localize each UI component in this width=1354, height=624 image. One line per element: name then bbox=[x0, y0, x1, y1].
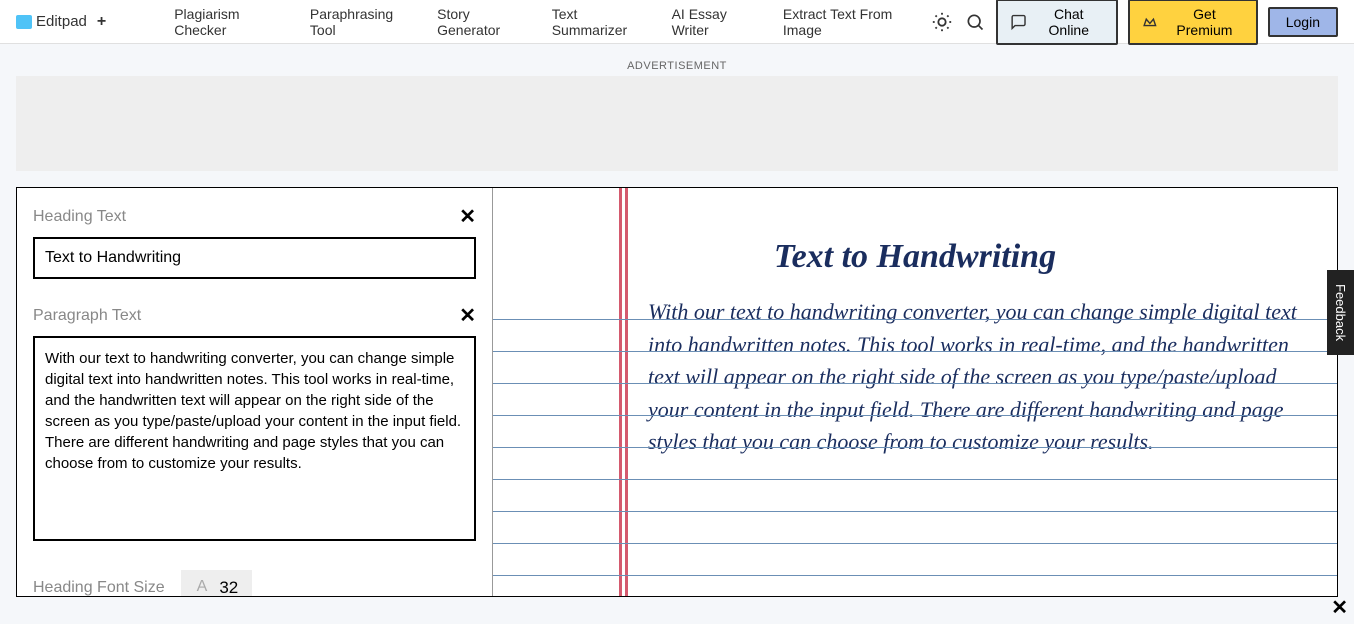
nav-paraphrasing[interactable]: Paraphrasing Tool bbox=[310, 6, 419, 38]
nav-summarizer[interactable]: Text Summarizer bbox=[552, 6, 654, 38]
output-panel: Text to Handwriting With our text to han… bbox=[493, 188, 1337, 596]
main-container: Heading Text ✕ Paragraph Text ✕ Heading … bbox=[16, 187, 1338, 597]
ad-label: ADVERTISEMENT bbox=[0, 60, 1354, 72]
nav-plagiarism[interactable]: Plagiarism Checker bbox=[174, 6, 292, 38]
heading-field-row: Heading Text ✕ bbox=[33, 204, 476, 229]
premium-label: Get Premium bbox=[1165, 6, 1244, 38]
paragraph-field-row: Paragraph Text ✕ bbox=[33, 303, 476, 328]
nav-extract[interactable]: Extract Text From Image bbox=[783, 6, 931, 38]
ad-placeholder bbox=[16, 76, 1338, 171]
editor-panel: Heading Text ✕ Paragraph Text ✕ Heading … bbox=[17, 188, 493, 596]
main-nav: Plagiarism Checker Paraphrasing Tool Sto… bbox=[174, 6, 930, 38]
heading-input[interactable] bbox=[33, 237, 476, 279]
chat-label: Chat Online bbox=[1034, 6, 1104, 38]
heading-label: Heading Text bbox=[33, 208, 126, 226]
logo-icon bbox=[16, 15, 32, 29]
login-button[interactable]: Login bbox=[1268, 7, 1338, 37]
plus-icon: + bbox=[97, 13, 106, 31]
chat-icon bbox=[1010, 13, 1027, 31]
theme-toggle-icon[interactable] bbox=[931, 10, 954, 34]
header: Editpad + Plagiarism Checker Paraphrasin… bbox=[0, 0, 1354, 44]
logo[interactable]: Editpad + bbox=[16, 13, 106, 31]
crown-icon bbox=[1142, 13, 1159, 31]
fontsize-label: Heading Font Size bbox=[33, 579, 165, 596]
paragraph-input[interactable] bbox=[33, 336, 476, 541]
fontsize-input[interactable]: A 32 bbox=[181, 570, 253, 596]
search-icon[interactable] bbox=[963, 10, 986, 34]
clear-heading-icon[interactable]: ✕ bbox=[459, 204, 476, 229]
header-right: Chat Online Get Premium Login bbox=[931, 0, 1338, 45]
clear-paragraph-icon[interactable]: ✕ bbox=[459, 303, 476, 328]
close-icon[interactable]: ✕ bbox=[1331, 595, 1348, 620]
ruled-lines bbox=[493, 288, 1337, 596]
nav-story[interactable]: Story Generator bbox=[437, 6, 534, 38]
font-a-icon: A bbox=[195, 578, 210, 596]
feedback-tab[interactable]: Feedback bbox=[1327, 270, 1354, 355]
brand-name: Editpad bbox=[36, 13, 87, 30]
nav-essay[interactable]: AI Essay Writer bbox=[672, 6, 765, 38]
paragraph-label: Paragraph Text bbox=[33, 307, 141, 325]
paper: Text to Handwriting With our text to han… bbox=[493, 188, 1337, 596]
fontsize-row: Heading Font Size A 32 bbox=[33, 570, 476, 596]
premium-button[interactable]: Get Premium bbox=[1128, 0, 1258, 45]
chat-button[interactable]: Chat Online bbox=[996, 0, 1118, 45]
fontsize-value: 32 bbox=[219, 578, 238, 596]
